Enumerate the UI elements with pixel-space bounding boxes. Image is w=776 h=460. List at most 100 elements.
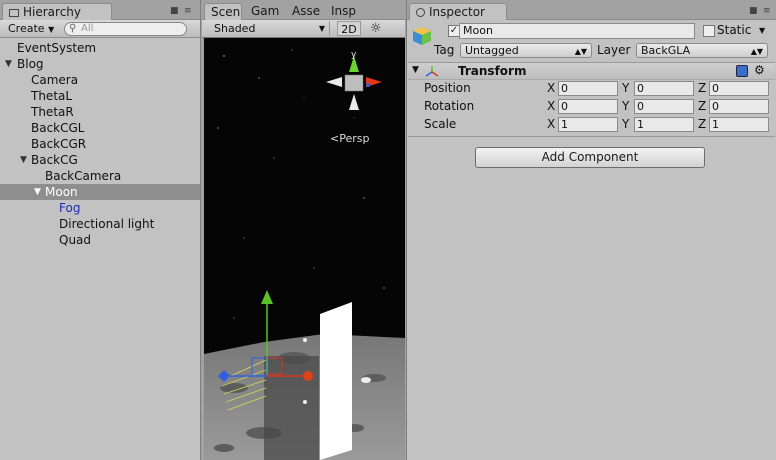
lock-icon[interactable]: ■ <box>749 6 758 16</box>
scale-z-field[interactable]: 1 <box>709 117 769 132</box>
hierarchy-toolbar: Create ▼ ⚲ All <box>0 20 200 38</box>
tree-item-eventsystem[interactable]: EventSystem <box>0 40 200 56</box>
lighting-toggle-icon[interactable]: ☼ <box>370 20 382 37</box>
position-z-axis-label: Z <box>698 81 707 95</box>
create-button-label: Create <box>8 22 45 35</box>
tree-item-thetal[interactable]: ThetaL <box>0 88 200 104</box>
scene-toolbar: Shaded ▼ 2D ☼ <box>202 20 405 38</box>
hierarchy-panel: Hierarchy ■ ≡ Create ▼ ⚲ All EventSystem… <box>0 0 201 460</box>
gameobject-cube-icon <box>413 27 431 45</box>
tree-item-blog[interactable]: ▼ Blog <box>0 56 200 72</box>
transform-header[interactable]: ▼ Transform ⚙ <box>408 62 775 80</box>
scene-viewport[interactable]: y <Persp <box>204 38 405 460</box>
expand-arrow-icon[interactable]: ▼ <box>20 152 27 168</box>
position-z-value: 0 <box>712 82 719 95</box>
scale-x-axis-label: X <box>547 117 556 131</box>
position-y-field[interactable]: 0 <box>634 81 694 96</box>
gizmo-y-label: y <box>351 50 357 60</box>
object-name-field[interactable]: Moon <box>459 23 695 39</box>
tab-scene[interactable]: Scen <box>204 3 242 20</box>
mode-2d-button[interactable]: 2D <box>337 21 361 36</box>
expand-arrow-icon[interactable]: ▼ <box>5 56 12 72</box>
tab-hierarchy[interactable]: Hierarchy <box>2 3 112 20</box>
light-gizmo-icon <box>361 377 371 383</box>
camera-gizmo-icon-2 <box>303 400 307 404</box>
static-checkbox[interactable] <box>703 25 715 37</box>
hierarchy-tree: EventSystem ▼ Blog Camera ThetaL ThetaR B… <box>0 40 200 248</box>
checkmark-icon: ✓ <box>449 25 459 36</box>
tab-game-label: Gam <box>251 4 280 18</box>
tree-item-backcamera[interactable]: BackCamera <box>0 168 200 184</box>
tab-inspector[interactable]: Inspector <box>409 3 507 20</box>
component-divider <box>408 136 775 137</box>
transform-title: Transform <box>458 64 527 78</box>
rotation-y-axis-label: Y <box>622 99 630 113</box>
position-label: Position <box>424 81 471 95</box>
gizmo-x-handle[interactable] <box>303 371 313 381</box>
scale-y-axis-label: Y <box>622 117 630 131</box>
tab-game[interactable]: Gam <box>245 3 285 20</box>
scene-render: y <box>204 49 405 460</box>
tag-value: Untagged <box>465 44 519 57</box>
rotation-y-value: 0 <box>637 100 644 113</box>
object-name-value: Moon <box>463 24 493 37</box>
position-x-field[interactable]: 0 <box>558 81 618 96</box>
rotation-y-field[interactable]: 0 <box>634 99 694 114</box>
rotation-label: Rotation <box>424 99 475 113</box>
tree-item-backcg[interactable]: ▼ BackCG <box>0 152 200 168</box>
search-icon: ⚲ <box>69 23 77 34</box>
tree-item-thetar[interactable]: ThetaR <box>0 104 200 120</box>
tree-item-label: Blog <box>17 57 44 71</box>
tab-scene-label: Scen <box>211 5 241 19</box>
tree-item-label: BackCGL <box>31 121 85 135</box>
gizmo-y-arrow[interactable] <box>261 290 273 304</box>
layer-label: Layer <box>597 43 631 57</box>
rotation-z-field[interactable]: 0 <box>709 99 769 114</box>
add-component-button[interactable]: Add Component <box>475 147 705 168</box>
tab-asset-store[interactable]: Asse <box>286 3 328 20</box>
tag-dropdown[interactable]: Untagged ▲▼ <box>460 43 592 58</box>
tree-item-camera[interactable]: Camera <box>0 72 200 88</box>
orientation-gizmo[interactable] <box>326 56 382 110</box>
tree-item-label: ThetaL <box>31 89 73 103</box>
inspector-tab-label: Inspector <box>429 5 485 19</box>
gear-icon[interactable]: ⚙ <box>754 63 765 77</box>
rotation-z-axis-label: Z <box>698 99 707 113</box>
tag-label: Tag <box>434 43 455 57</box>
scale-x-field[interactable]: 1 <box>558 117 618 132</box>
panel-menu-icon[interactable]: ≡ <box>763 6 771 16</box>
hierarchy-tabbar: Hierarchy ■ ≡ <box>0 0 200 20</box>
rotation-x-axis-label: X <box>547 99 556 113</box>
static-dropdown-icon[interactable]: ▼ <box>759 26 765 35</box>
tree-item-directional-light[interactable]: Directional light <box>0 216 200 232</box>
expand-arrow-icon[interactable]: ▼ <box>34 184 41 200</box>
search-input[interactable]: ⚲ All <box>64 22 187 36</box>
mode-2d-label: 2D <box>341 23 357 36</box>
projection-label[interactable]: <Persp <box>330 132 369 145</box>
layer-dropdown[interactable]: BackGLA ▲▼ <box>636 43 768 58</box>
rotation-z-value: 0 <box>712 100 719 113</box>
tree-item-fog[interactable]: Fog <box>0 200 200 216</box>
search-placeholder: All <box>81 23 94 34</box>
tab-inspector-2[interactable]: Insp <box>327 3 363 20</box>
tree-item-label: BackCGR <box>31 137 87 151</box>
panel-menu-icon[interactable]: ≡ <box>184 6 192 16</box>
tree-item-moon[interactable]: ▼ Moon <box>0 184 200 200</box>
tree-item-quad[interactable]: Quad <box>0 232 200 248</box>
scale-y-field[interactable]: 1 <box>634 117 694 132</box>
create-button[interactable]: Create ▼ <box>4 21 58 36</box>
help-book-icon[interactable] <box>736 65 748 77</box>
shading-mode-label: Shaded <box>214 22 256 35</box>
collapse-arrow-icon[interactable]: ▼ <box>412 65 419 75</box>
shading-mode-dropdown[interactable]: Shaded ▼ <box>208 21 330 36</box>
position-y-axis-label: Y <box>622 81 630 95</box>
tab-inspector-2-label: Insp <box>331 4 357 18</box>
dark-quad <box>264 356 319 460</box>
position-z-field[interactable]: 0 <box>709 81 769 96</box>
rotation-x-field[interactable]: 0 <box>558 99 618 114</box>
lock-icon[interactable]: ■ <box>170 6 179 16</box>
tree-item-backcgr[interactable]: BackCGR <box>0 136 200 152</box>
tree-item-backcgl[interactable]: BackCGL <box>0 120 200 136</box>
scale-label: Scale <box>424 117 457 131</box>
rotation-x-value: 0 <box>561 100 568 113</box>
